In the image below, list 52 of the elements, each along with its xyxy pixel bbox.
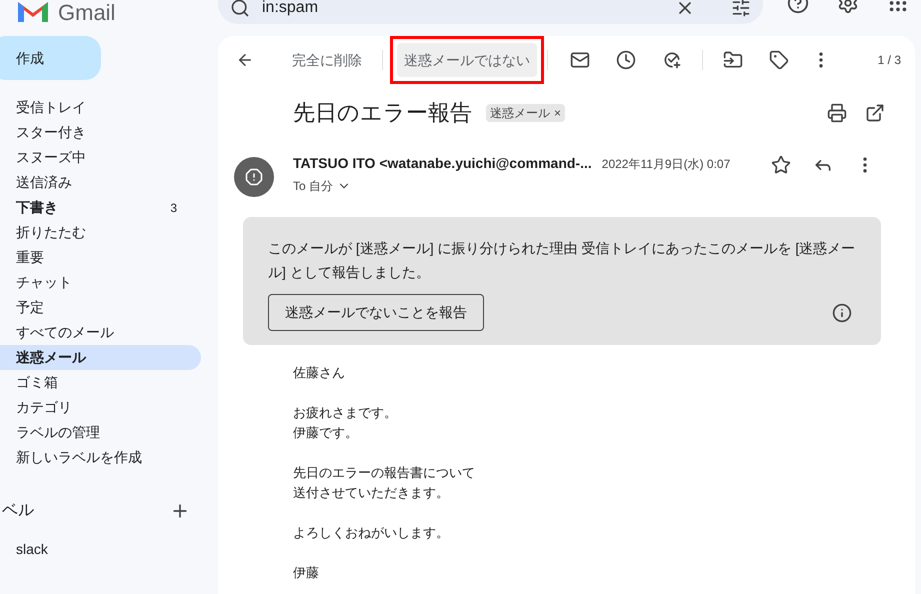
sidebar-item[interactable]: 受信トレイ xyxy=(0,95,201,120)
clock-icon[interactable] xyxy=(616,50,636,70)
recipient-text: To 自分 xyxy=(293,178,334,195)
not-spam-button[interactable]: 迷惑メールではない xyxy=(397,43,537,77)
add-task-icon[interactable] xyxy=(662,50,682,70)
sidebar-item[interactable]: 下書き 3 xyxy=(0,195,201,220)
sidebar-item[interactable]: 重要 xyxy=(0,245,201,270)
sidebar-item[interactable]: スター付き xyxy=(0,120,201,145)
sidebar-item[interactable]: すべてのメール xyxy=(0,320,201,345)
info-icon[interactable] xyxy=(832,302,852,322)
print-icon[interactable] xyxy=(827,102,847,122)
compose-button[interactable]: 作成 xyxy=(0,36,101,80)
report-not-spam-button[interactable]: 迷惑メールでないことを報告 xyxy=(268,294,484,331)
star-icon[interactable] xyxy=(771,155,791,175)
subject-title: 先日のエラー報告 xyxy=(293,99,472,127)
mail-logo-icon xyxy=(16,2,50,22)
sidebar-item[interactable]: slack xyxy=(0,537,201,562)
new-window-icon[interactable] xyxy=(865,102,885,122)
back-icon[interactable] xyxy=(236,51,254,69)
date-text: 2022年11月9日(水) 0:07 xyxy=(602,156,730,172)
labels-heading: ベル xyxy=(2,501,34,521)
sidebar-item[interactable]: チャット xyxy=(0,270,201,295)
body-text: 先日のエラーの報告書について xyxy=(293,464,476,482)
sidebar-item[interactable]: 折りたたむ xyxy=(0,220,201,245)
pager-text: 1 / 3 xyxy=(878,52,901,69)
sender-name: TATSUO ITO <watanabe.yuichi@command-... xyxy=(293,154,592,173)
body-text: お疲れさまです。 xyxy=(293,404,398,422)
label-icon[interactable] xyxy=(769,50,789,70)
mail-icon[interactable] xyxy=(570,50,590,70)
body-text: よろしくおねがいします。 xyxy=(293,524,450,542)
sidebar-item[interactable]: 送信済み xyxy=(0,170,201,195)
sidebar-item[interactable]: ゴミ箱 xyxy=(0,370,201,395)
body-text: 送付させていただきます。 xyxy=(293,484,450,502)
delete-forever-button[interactable]: 完全に削除 xyxy=(292,50,362,70)
search-field[interactable]: in:spam xyxy=(218,0,763,24)
sidebar-item[interactable]: ラベルの管理 xyxy=(0,420,201,445)
warning-icon xyxy=(245,168,263,186)
app-name: Gmail xyxy=(58,2,116,24)
body-text: 伊藤 xyxy=(293,564,320,582)
move-to-folder-icon[interactable] xyxy=(723,50,743,70)
filter-options-icon[interactable] xyxy=(731,0,751,18)
remove-tag-button[interactable]: × xyxy=(554,104,562,122)
body-text: 伊藤です。 xyxy=(293,424,359,442)
search-icon[interactable] xyxy=(230,0,250,18)
sidebar-item[interactable]: カテゴリ xyxy=(0,395,201,420)
body-text: 佐藤さん xyxy=(293,364,346,382)
spam-tag: 迷惑メール × xyxy=(486,104,566,122)
spam-notice-text: このメールが [迷惑メール] に振り分けられた理由 受信トレイにあったこのメールを [迷惑メール] として報告しました。 xyxy=(268,239,856,282)
sidebar-item[interactable]: 迷惑メール xyxy=(0,345,201,370)
sidebar-item[interactable]: スヌーズ中 xyxy=(0,145,201,170)
sidebar-item[interactable]: 新しいラベルを作成 xyxy=(0,445,201,470)
sidebar-item[interactable]: 予定 xyxy=(0,295,201,320)
